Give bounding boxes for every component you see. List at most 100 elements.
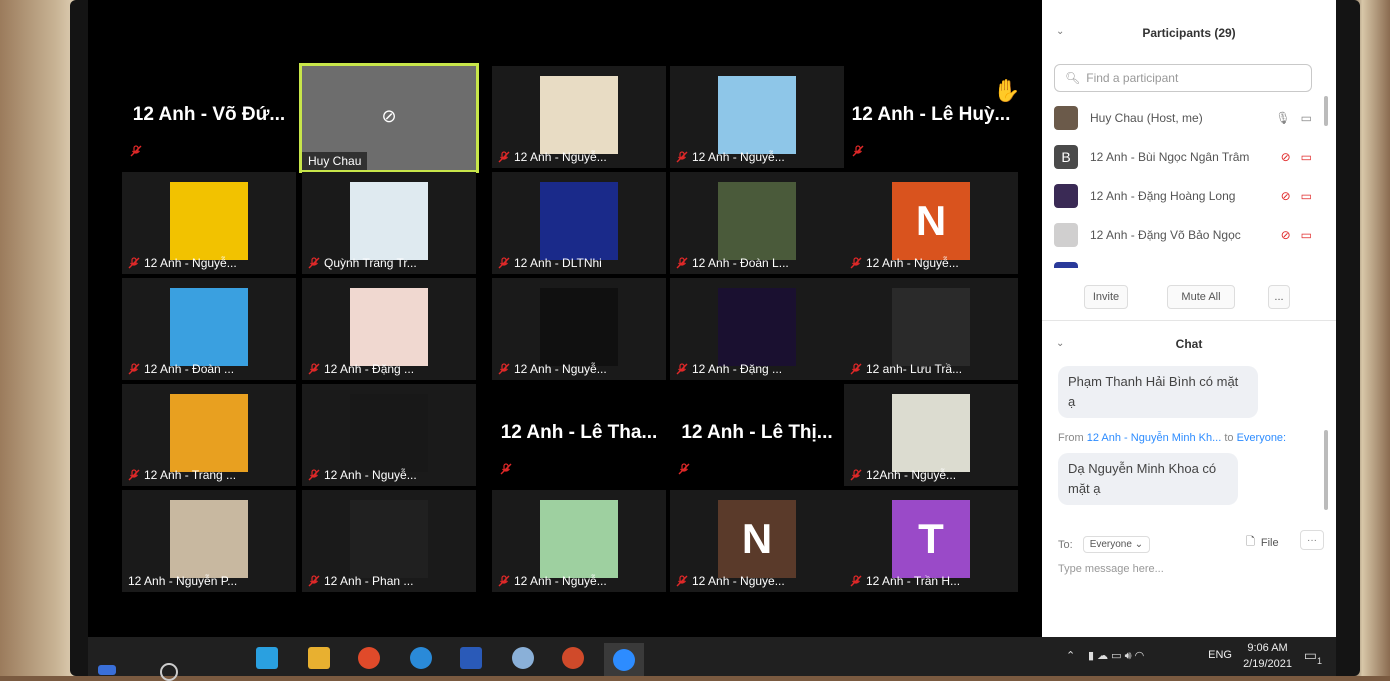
chrome-icon[interactable] <box>358 647 380 669</box>
participant-label: 12 Anh - Nguye... <box>676 574 785 588</box>
muted-mic-icon[interactable]: ⊘ <box>1281 267 1291 269</box>
participant-row[interactable]: 12 Anh - DLTNhi ⊘ ▭ <box>1042 254 1328 268</box>
recipient-select[interactable]: Everyone ⌄ <box>1082 536 1151 553</box>
avatar <box>718 288 796 366</box>
video-tile[interactable]: 12 Anh - Lê Thị... <box>670 384 844 486</box>
file-explorer-icon[interactable] <box>308 647 330 669</box>
language-indicator[interactable]: ENG <box>1208 649 1232 661</box>
chat-sender-link[interactable]: 12 Anh - Nguyễn Minh Kh... <box>1087 432 1222 444</box>
screen: 12 Anh - Võ Đứ... ⊘ Huy Chau 12 Anh - Nguyễ… <box>88 0 1336 648</box>
video-tile[interactable]: 12 Anh - Nguyễ... <box>492 66 666 168</box>
video-tile[interactable]: 12 Anh - Phan ... <box>302 490 476 592</box>
powerpoint-icon[interactable] <box>562 647 584 669</box>
video-off-icon: ⊘ <box>381 106 397 126</box>
zoom-taskbar-button[interactable] <box>604 643 644 676</box>
muted-mic-icon[interactable]: ⊘ <box>1281 150 1291 164</box>
participant-name: 12 Anh - Nguyễ... <box>692 150 785 164</box>
video-tile[interactable]: 12 Anh - Nguyễ... <box>302 384 476 486</box>
video-tile[interactable]: Quỳnh Trang Tr... <box>302 172 476 274</box>
video-tile[interactable]: 12 Anh - Trang ... <box>122 384 296 486</box>
panel-divider <box>1042 320 1336 321</box>
chat-scrollbar[interactable] <box>1324 430 1328 510</box>
participant-name: 12 anh- Lưu Trầ... <box>866 362 963 376</box>
paint-icon[interactable] <box>512 647 534 669</box>
participant-search-input[interactable]: 🔍︎ Find a participant <box>1054 64 1312 92</box>
video-tile[interactable]: 12 Anh - Nguyễ... <box>122 172 296 274</box>
chat-recipient-link[interactable]: Everyone: <box>1237 432 1287 444</box>
participant-label: Quỳnh Trang Tr... <box>308 256 417 270</box>
video-tile[interactable]: 12 Anh - Nguyễ... <box>492 490 666 592</box>
video-off-icon[interactable]: ▭ <box>1301 228 1312 242</box>
muted-mic-icon <box>676 363 688 375</box>
chat-message: Dạ Nguyễn Minh Khoa có mặt ạ <box>1058 453 1238 505</box>
video-tile[interactable]: 12 Anh - Nguyễ... <box>492 278 666 380</box>
muted-mic-icon[interactable]: ⊘ <box>1281 189 1291 203</box>
start-icon[interactable] <box>98 665 116 675</box>
participant-label: 12 Anh - Đoàn ... <box>128 362 234 376</box>
task-view-icon[interactable] <box>256 647 278 669</box>
video-tile[interactable]: 12 Anh - Đặng ... <box>670 278 844 380</box>
participant-name: 12 Anh - Nguye... <box>692 574 785 588</box>
video-tile[interactable]: 12 Anh - Nguyễ... <box>670 66 844 168</box>
participant-row[interactable]: B 12 Anh - Bùi Ngọc Ngân Trâm ⊘ ▭ <box>1042 137 1328 176</box>
participants-more-button[interactable]: ... <box>1268 285 1290 309</box>
video-tile[interactable]: 12 Anh - Nguyễn P... <box>122 490 296 592</box>
chat-title: Chat <box>1175 337 1203 351</box>
edge-icon[interactable] <box>410 647 432 669</box>
clock[interactable]: 9:06 AM 2/19/2021 <box>1243 640 1292 672</box>
video-tile[interactable]: 12 Anh - Đoàn ... <box>122 278 296 380</box>
participant-label: 12 Anh - Đoàn L... <box>676 256 789 270</box>
avatar <box>540 76 618 154</box>
chat-more-button[interactable]: ··· <box>1300 530 1324 550</box>
video-off-icon[interactable]: ▭ <box>1301 150 1312 164</box>
word-icon[interactable] <box>460 647 482 669</box>
video-off-icon[interactable]: ▭ <box>1301 189 1312 203</box>
participant-scrollbar[interactable] <box>1324 96 1328 126</box>
chevron-up-icon[interactable]: ⌃ <box>1066 649 1075 662</box>
participant-name: 12 Anh - Nguyễ... <box>514 362 607 376</box>
side-panel: ⌄ Participants (29) 🔍︎ Find a participan… <box>1042 0 1336 637</box>
video-tile[interactable]: ⊘ Huy Chau <box>299 63 479 173</box>
video-tile[interactable]: 12 anh- Lưu Trầ... <box>844 278 1018 380</box>
participant-row[interactable]: Huy Chau (Host, me) 🎙︎ ▭ <box>1042 98 1328 137</box>
participants-title: Participants (29) <box>1142 26 1236 40</box>
video-tile[interactable]: 12 Anh - DLTNhi <box>492 172 666 274</box>
participant-row[interactable]: 12 Anh - Đặng Võ Bảo Ngọc ⊘ ▭ <box>1042 215 1328 254</box>
mic-icon[interactable]: 🎙︎ <box>1275 111 1290 125</box>
muted-mic-icon <box>128 257 140 269</box>
participant-label: 12 Anh - Nguyễ... <box>498 150 607 164</box>
video-tile[interactable]: 12 Anh - Võ Đứ... <box>122 66 296 168</box>
participant-label: 12 Anh - Nguyễ... <box>676 150 785 164</box>
search-icon: 🔍︎ <box>1065 71 1081 85</box>
invite-button[interactable]: Invite <box>1084 285 1128 309</box>
notification-icon[interactable]: ▭1 <box>1304 647 1322 666</box>
video-tile[interactable]: 12 Anh - Lê Huỳ... <box>844 66 1018 168</box>
video-tile[interactable]: N 12 Anh - Nguye... <box>670 490 844 592</box>
participant-row[interactable]: 12 Anh - Đặng Hoàng Long ⊘ ▭ <box>1042 176 1328 215</box>
video-icon[interactable]: ▭ <box>1301 111 1312 125</box>
video-tile[interactable]: 12 Anh - Đoàn L... <box>670 172 844 274</box>
file-button[interactable]: 🗋 File <box>1246 533 1279 552</box>
avatar <box>718 76 796 154</box>
video-tile[interactable]: N 12 Anh - Nguyễ... <box>844 172 1018 274</box>
video-tile[interactable]: 12 Anh - Lê Tha... <box>492 384 666 486</box>
video-tile[interactable]: T 12 Anh - Trần H... <box>844 490 1018 592</box>
video-tile[interactable]: 12Anh - Nguyễ... <box>844 384 1018 486</box>
avatar: N <box>892 182 970 260</box>
search-icon[interactable] <box>160 663 178 681</box>
chat-message-input[interactable]: Type message here... <box>1058 563 1164 575</box>
video-tile[interactable]: 12 Anh - Đặng ... <box>302 278 476 380</box>
participant-label: 12 Anh - Nguyễ... <box>498 574 607 588</box>
gallery-view: 12 Anh - Võ Đứ... ⊘ Huy Chau 12 Anh - Nguyễ… <box>88 0 1042 648</box>
participant-name: 12 Anh - Nguyễ... <box>514 574 607 588</box>
avatar <box>718 182 796 260</box>
mute-all-button[interactable]: Mute All <box>1167 285 1235 309</box>
participant-label: 12 Anh - Nguyễ... <box>128 256 237 270</box>
muted-mic-icon <box>128 363 140 375</box>
avatar <box>540 288 618 366</box>
video-off-icon[interactable]: ▭ <box>1301 267 1312 269</box>
avatar <box>892 394 970 472</box>
muted-mic-icon[interactable]: ⊘ <box>1281 228 1291 242</box>
tray-icons[interactable]: ▮ ☁ ▭ 🔊︎ ◠ <box>1088 649 1144 663</box>
participant-name: 12 Anh - DLTNhi <box>1090 267 1178 269</box>
